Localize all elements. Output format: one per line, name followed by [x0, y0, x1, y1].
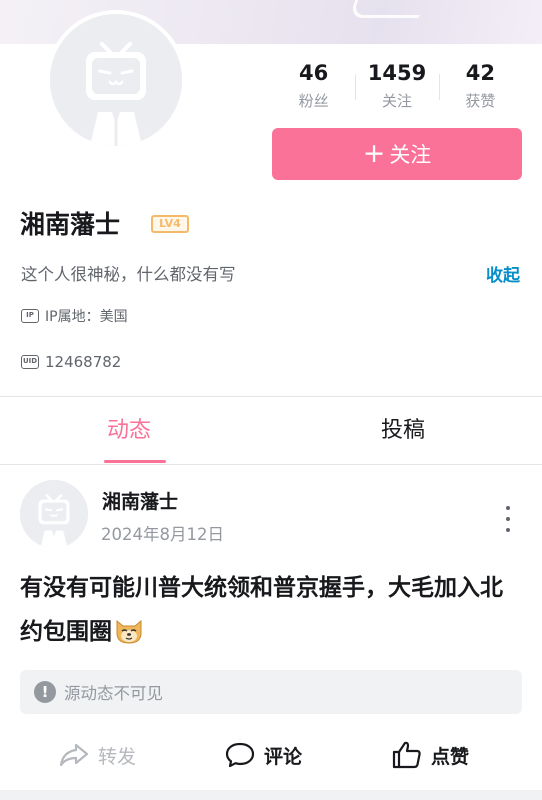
active-tab-indicator	[104, 460, 166, 463]
stat-value: 1459	[367, 61, 427, 85]
ip-location-text: IP属地：美国	[45, 309, 128, 325]
comment-label: 评论	[264, 745, 303, 768]
ip-icon: IP	[21, 309, 39, 323]
comment-button[interactable]: 评论	[224, 735, 302, 775]
uid-icon: UID	[21, 355, 39, 369]
profile-stats: 46 粉丝 1459 关注 42 获赞	[272, 58, 522, 118]
bottom-divider	[0, 790, 542, 800]
follow-button[interactable]: + 关注	[272, 128, 522, 180]
tab-submissions[interactable]: 投稿	[271, 397, 542, 464]
like-button[interactable]: 点赞	[391, 735, 469, 775]
stat-label: 关注	[381, 92, 412, 110]
ip-location-row: IP IP属地：美国	[21, 306, 128, 326]
doge-emoji-icon	[116, 619, 142, 644]
uid-text: 12468782	[45, 353, 122, 371]
post-author-avatar[interactable]	[20, 480, 88, 548]
level-badge: LV4	[151, 215, 189, 233]
post-date: 2024年8月12日	[101, 525, 224, 544]
tab-label: 投稿	[381, 418, 426, 443]
tv-mascot-icon	[20, 480, 88, 548]
comment-icon	[225, 742, 255, 768]
profile-avatar[interactable]	[46, 10, 186, 150]
post-text: 有没有可能川普大统领和普京握手，大毛加入北约包围圈	[20, 575, 503, 645]
profile-bio: 这个人很神秘，什么都没有写	[21, 265, 236, 284]
share-label: 转发	[98, 745, 137, 768]
stat-value: 46	[299, 61, 329, 85]
source-unavailable-notice: ! 源动态不可见	[20, 670, 522, 714]
follow-button-label: 关注	[389, 143, 432, 167]
uid-row[interactable]: UID 12468782	[21, 353, 121, 371]
plus-icon: +	[362, 137, 386, 169]
stat-following[interactable]: 1459 关注	[355, 58, 438, 118]
post-actions: 转发 评论 点赞	[0, 735, 542, 775]
profile-tabs: 动态 投稿	[0, 397, 542, 465]
tv-mascot-icon	[50, 14, 182, 146]
stat-value: 42	[465, 61, 495, 85]
source-notice-text: 源动态不可见	[64, 684, 163, 703]
like-label: 点赞	[431, 745, 470, 768]
collapse-button[interactable]: 收起	[486, 261, 520, 286]
stat-followers[interactable]: 46 粉丝	[272, 58, 355, 118]
share-button[interactable]: 转发	[58, 735, 136, 775]
stat-likes[interactable]: 42 获赞	[438, 58, 522, 118]
more-options-icon[interactable]	[500, 504, 516, 534]
banner-decoration	[348, 0, 426, 18]
tab-label: 动态	[107, 418, 152, 443]
stat-label: 获赞	[465, 92, 496, 110]
stat-label: 粉丝	[298, 92, 329, 110]
warning-icon: !	[34, 681, 56, 703]
post-content[interactable]: 有没有可能川普大统领和普京握手，大毛加入北约包围圈	[20, 566, 525, 654]
thumbs-up-icon	[392, 741, 421, 769]
share-icon	[59, 743, 89, 767]
post-author-name[interactable]: 湘南藩士	[102, 487, 178, 514]
tab-dynamics[interactable]: 动态	[0, 397, 271, 464]
profile-username: 湘南藩士	[20, 210, 121, 239]
